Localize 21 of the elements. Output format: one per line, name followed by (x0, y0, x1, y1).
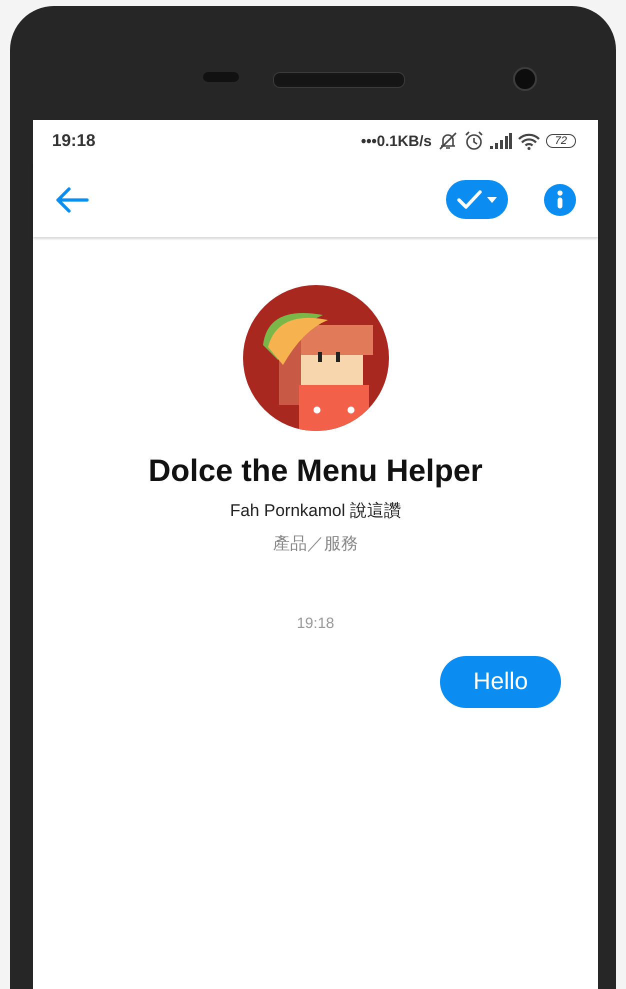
network-speed: •••0.1KB/s (360, 132, 432, 150)
front-camera-icon (513, 67, 537, 91)
page-name: Dolce the Menu Helper (148, 453, 483, 489)
caret-icon (487, 196, 497, 202)
status-time: 19:18 (52, 131, 96, 151)
battery-indicator: 72 (546, 134, 576, 148)
check-dropdown-button[interactable] (446, 180, 508, 219)
speaker-grille-icon (273, 72, 405, 88)
alarm-icon (464, 131, 484, 151)
muted-bell-icon (438, 132, 458, 150)
info-icon (544, 184, 576, 216)
back-button[interactable] (55, 186, 89, 214)
signal-icon (490, 133, 512, 149)
wifi-icon (518, 132, 540, 150)
likes-text: Fah Pornkamol 說這讚 (230, 500, 401, 522)
message-timestamp: 19:18 (296, 615, 336, 632)
back-arrow-icon (55, 186, 89, 214)
message-bubble: Hello (440, 656, 561, 708)
info-button[interactable] (544, 184, 576, 216)
page-category: 產品／服務 (273, 533, 358, 555)
checkmark-icon (457, 188, 483, 210)
